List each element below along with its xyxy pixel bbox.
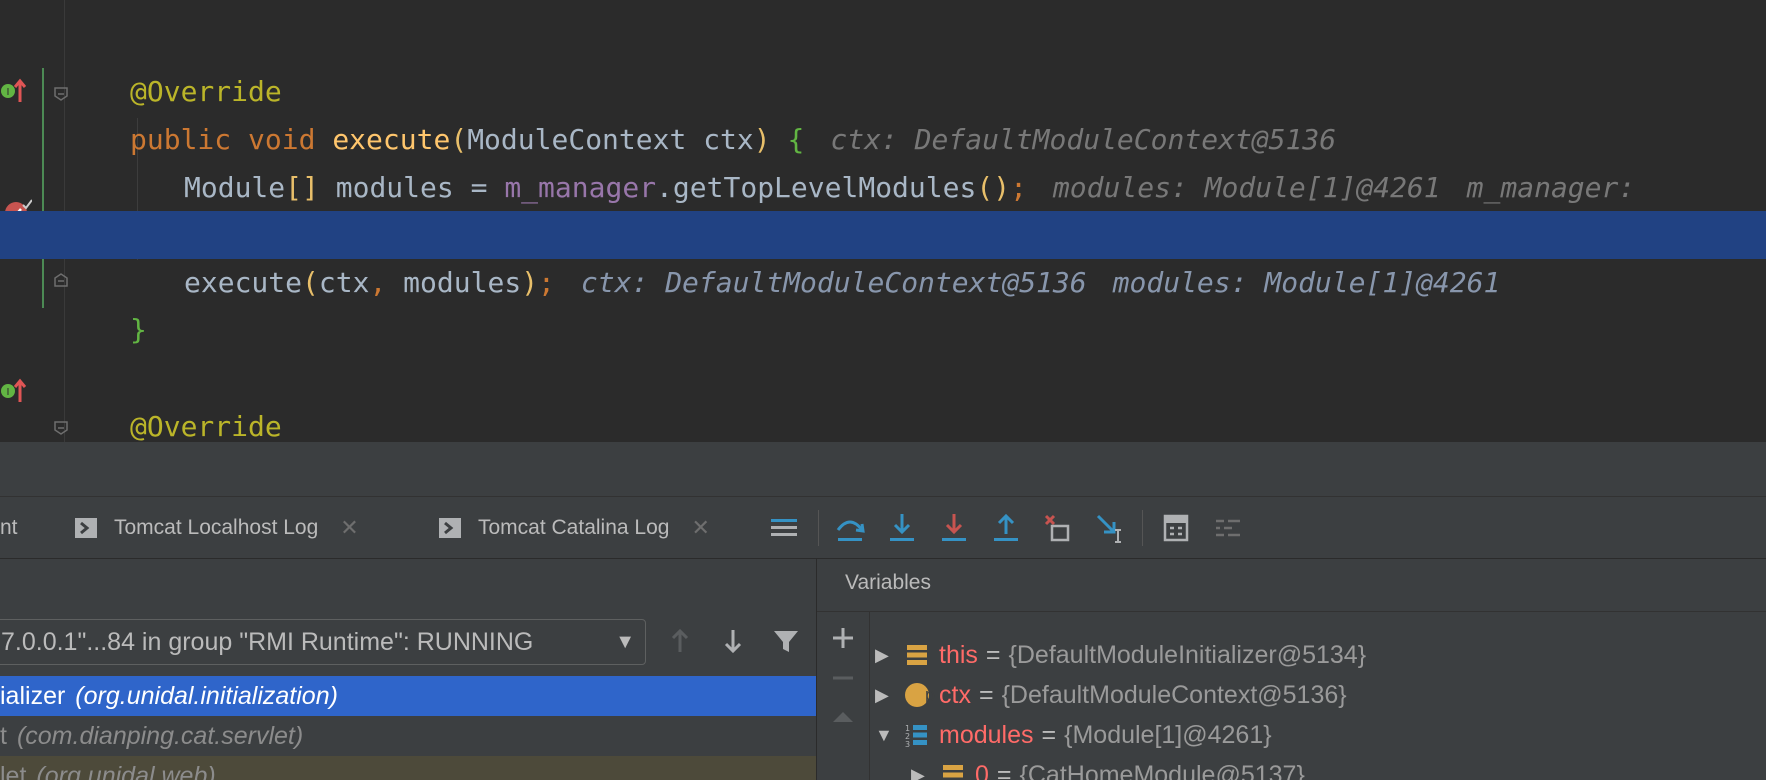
- code-line: @Override: [0, 20, 1766, 108]
- parameter-icon-letter: p: [924, 685, 935, 705]
- step-over-icon[interactable]: [832, 510, 868, 546]
- expand-icon[interactable]: ▶: [875, 675, 903, 715]
- frame-package: (com.dianping.cat.servlet): [16, 722, 304, 750]
- code-line: }: [0, 258, 1766, 346]
- divider: [817, 611, 1766, 612]
- inline-debug-value: m_manager:: [1466, 171, 1636, 204]
- code-line: public void execute(ModuleContext ctx, M…: [0, 402, 1766, 442]
- inline-debug-value: modules: Module[1]@4261: [1052, 171, 1441, 204]
- tab-label: nt: [0, 515, 18, 539]
- collapse-icon[interactable]: ▼: [875, 715, 903, 755]
- paren: (): [976, 171, 1011, 204]
- frame-method: t: [0, 722, 7, 750]
- thread-selector[interactable]: 7.0.0.1"...84 in group "RMI Runtime": RU…: [0, 619, 646, 665]
- filter-icon[interactable]: [770, 625, 802, 657]
- code-line: @Override: [0, 355, 1766, 442]
- semicolon: ;: [1010, 171, 1027, 204]
- add-watch-icon[interactable]: [829, 624, 857, 652]
- tab-partial[interactable]: nt: [0, 497, 18, 558]
- variable-name: ctx: [939, 681, 971, 709]
- equals-sign: =: [978, 681, 994, 709]
- frame-package: (org.unidal.initialization): [75, 682, 338, 710]
- variable-name: 0: [975, 761, 989, 780]
- chevron-down-icon: ▼: [615, 631, 635, 653]
- frame-method: let: [0, 762, 27, 780]
- variable-name: modules: [335, 171, 454, 204]
- arrow-up-icon[interactable]: [664, 625, 696, 657]
- stack-frame[interactable]: t (com.dianping.cat.servlet): [0, 716, 816, 756]
- tool-window-splitter[interactable]: [0, 442, 1766, 497]
- variable-value: {CatHomeModule@5137}: [1019, 761, 1305, 780]
- equals-sign: =: [996, 761, 1012, 780]
- close-icon[interactable]: ✕: [340, 515, 358, 541]
- brace: }: [130, 313, 147, 346]
- debug-tab-bar: nt Tomcat Localhost Log ✕ Tomcat Catalin…: [0, 497, 1766, 559]
- frame-package: (org.unidal.web): [36, 762, 216, 780]
- variables-title: Variables: [845, 571, 931, 594]
- svg-text:3: 3: [905, 740, 910, 749]
- equals-sign: =: [985, 641, 1001, 669]
- variable-name: this: [939, 641, 978, 669]
- console-icon: [75, 517, 97, 538]
- variables-side-toolbar: [817, 612, 870, 780]
- console-icon: [439, 517, 461, 538]
- tab-tomcat-localhost-log[interactable]: Tomcat Localhost Log ✕: [74, 497, 359, 558]
- stack-frame[interactable]: let (org.unidal.web): [0, 756, 816, 780]
- array-brackets: []: [285, 171, 319, 204]
- operator: =: [470, 171, 488, 204]
- variables-panel: Variables ▶ this = {DefaultModuleInitializ…: [816, 559, 1766, 780]
- tab-tomcat-catalina-log[interactable]: Tomcat Catalina Log ✕: [438, 497, 710, 558]
- thread-selector-value: 7.0.0.1"...84 in group "RMI Runtime": RU…: [1, 628, 534, 656]
- run-to-cursor-icon[interactable]: [1092, 510, 1128, 546]
- field-icon: [907, 645, 927, 665]
- drop-frame-icon[interactable]: [1040, 510, 1076, 546]
- evaluate-expression-icon[interactable]: [1158, 510, 1194, 546]
- variable-row[interactable]: ▶ 0 = {CatHomeModule@5137}: [911, 755, 1305, 780]
- show-execution-point-icon[interactable]: [766, 510, 802, 546]
- expand-icon[interactable]: ▶: [875, 635, 903, 675]
- equals-sign: =: [1041, 721, 1057, 749]
- array-icon: 123: [905, 724, 927, 749]
- trace-current-stream-icon[interactable]: [1210, 510, 1246, 546]
- toolbar-separator: [1142, 510, 1143, 546]
- step-out-icon[interactable]: [988, 510, 1024, 546]
- toolbar-separator: [818, 510, 819, 546]
- code-line: Module[] modules = m_manager.getTopLevel…: [0, 116, 1766, 204]
- field-name: m_manager: [504, 171, 657, 204]
- field-icon: [943, 765, 963, 778]
- tab-label: Tomcat Localhost Log: [114, 515, 319, 539]
- code-line: public void execute(ModuleContext ctx) {…: [0, 68, 1766, 156]
- arrow-down-icon[interactable]: [717, 625, 749, 657]
- remove-watch-icon[interactable]: [829, 664, 857, 692]
- stack-frame[interactable]: ializer (org.unidal.initialization): [0, 676, 816, 716]
- variable-value: {DefaultModuleInitializer@5134}: [1008, 641, 1367, 669]
- method-call: .getTopLevelModules: [656, 171, 977, 204]
- move-up-icon[interactable]: [829, 702, 857, 730]
- step-into-icon[interactable]: [884, 510, 920, 546]
- current-execution-line: execute(ctx, modules); ctx: DefaultModule…: [0, 211, 1766, 299]
- frames-panel: 7.0.0.1"...84 in group "RMI Runtime": RU…: [0, 559, 816, 780]
- variable-name: modules: [939, 721, 1034, 749]
- close-icon[interactable]: ✕: [691, 515, 709, 541]
- code-editor[interactable]: I I @Override public void execute(Module…: [0, 0, 1766, 442]
- variable-row[interactable]: ▶ p ctx = {DefaultModuleContext@5136}: [875, 675, 1347, 715]
- variable-value: {DefaultModuleContext@5136}: [1001, 681, 1347, 709]
- frame-method: ializer: [0, 682, 66, 710]
- type-name: Module: [184, 171, 286, 204]
- variable-row[interactable]: ▼ 123 modules = {Module[1]@4261}: [875, 715, 1272, 755]
- expand-icon[interactable]: ▶: [911, 755, 939, 780]
- tab-label: Tomcat Catalina Log: [478, 515, 670, 539]
- force-step-into-icon[interactable]: [936, 510, 972, 546]
- variable-row[interactable]: ▶ this = {DefaultModuleInitializer@5134}: [875, 635, 1366, 675]
- variable-value: {Module[1]@4261}: [1064, 721, 1272, 749]
